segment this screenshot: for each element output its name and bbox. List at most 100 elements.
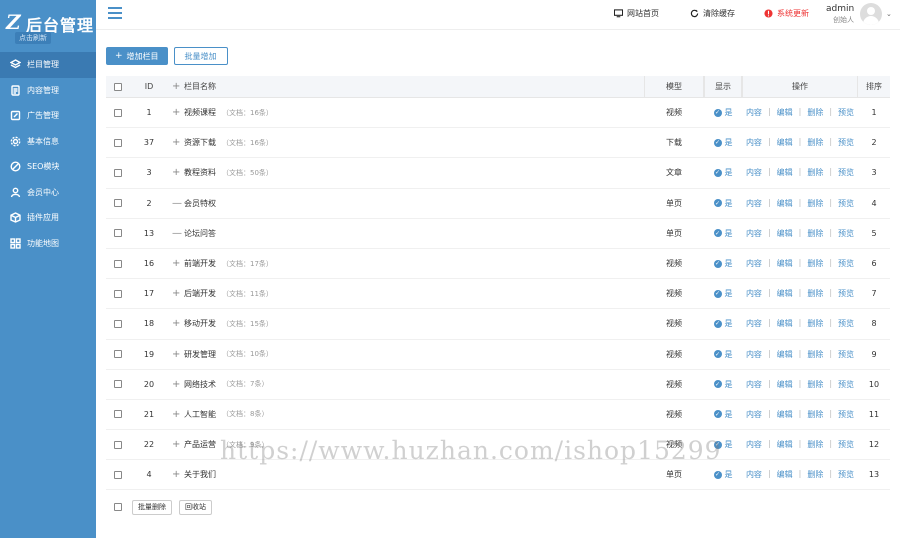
op-content-link[interactable]: 内容 [746, 379, 762, 390]
logo[interactable]: Z 后台管理 点击刷新 [0, 0, 96, 52]
logo-tag[interactable]: 点击刷新 [15, 32, 51, 44]
row-checkbox[interactable] [114, 470, 122, 479]
row-checkbox[interactable] [114, 380, 122, 389]
op-delete-link[interactable]: 删除 [807, 258, 823, 269]
row-show-toggle[interactable]: ✓ 是 [704, 288, 742, 299]
row-checkbox[interactable] [114, 259, 122, 268]
recycle-bin-button[interactable]: 回收站 [179, 499, 212, 515]
row-show-toggle[interactable]: ✓ 是 [704, 379, 742, 390]
batch-delete-button[interactable]: 批量删除 [132, 499, 172, 515]
sidebar-item-8[interactable]: 功能地图 [0, 231, 96, 257]
expand-icon[interactable]: + [172, 107, 180, 118]
expand-icon[interactable]: — [172, 198, 182, 209]
op-content-link[interactable]: 内容 [746, 288, 762, 299]
expand-icon[interactable]: + [172, 258, 180, 269]
row-checkbox-cell[interactable] [106, 168, 130, 177]
op-preview-link[interactable]: 预览 [838, 288, 854, 299]
expand-all-icon[interactable]: + [172, 81, 180, 92]
op-preview-link[interactable]: 预览 [838, 318, 854, 329]
select-all-checkbox[interactable] [114, 82, 122, 91]
expand-icon[interactable]: + [172, 167, 180, 178]
row-show-toggle[interactable]: ✓ 是 [704, 167, 742, 178]
sidebar-item-4[interactable]: 基本信息 [0, 129, 96, 155]
row-checkbox[interactable] [114, 138, 122, 147]
row-checkbox-cell[interactable] [106, 108, 130, 117]
expand-icon[interactable]: + [172, 409, 180, 420]
row-checkbox[interactable] [114, 289, 122, 298]
op-edit-link[interactable]: 编辑 [777, 409, 793, 420]
expand-icon[interactable]: + [172, 469, 180, 480]
row-checkbox-cell[interactable] [106, 229, 130, 238]
sidebar-item-2[interactable]: 内容管理 [0, 78, 96, 104]
row-checkbox-cell[interactable] [106, 350, 130, 359]
op-preview-link[interactable]: 预览 [838, 409, 854, 420]
expand-icon[interactable]: — [172, 228, 182, 239]
op-preview-link[interactable]: 预览 [838, 379, 854, 390]
op-delete-link[interactable]: 删除 [807, 409, 823, 420]
expand-icon[interactable]: + [172, 137, 180, 148]
row-checkbox[interactable] [114, 168, 122, 177]
op-edit-link[interactable]: 编辑 [777, 167, 793, 178]
op-content-link[interactable]: 内容 [746, 107, 762, 118]
op-content-link[interactable]: 内容 [746, 409, 762, 420]
sidebar-item-7[interactable]: 插件应用 [0, 205, 96, 231]
expand-icon[interactable]: + [172, 379, 180, 390]
op-preview-link[interactable]: 预览 [838, 167, 854, 178]
op-edit-link[interactable]: 编辑 [777, 439, 793, 450]
op-content-link[interactable]: 内容 [746, 349, 762, 360]
add-column-button[interactable]: + 增加栏目 [106, 47, 168, 65]
select-all-checkbox-cell[interactable] [106, 82, 130, 91]
op-preview-link[interactable]: 预览 [838, 228, 854, 239]
op-content-link[interactable]: 内容 [746, 439, 762, 450]
row-checkbox-cell[interactable] [106, 138, 130, 147]
op-preview-link[interactable]: 预览 [838, 349, 854, 360]
row-checkbox[interactable] [114, 350, 122, 359]
op-edit-link[interactable]: 编辑 [777, 318, 793, 329]
row-checkbox[interactable] [114, 229, 122, 238]
op-edit-link[interactable]: 编辑 [777, 198, 793, 209]
batch-add-button[interactable]: 批量增加 [173, 47, 228, 65]
row-show-toggle[interactable]: ✓ 是 [704, 439, 742, 450]
row-checkbox-cell[interactable] [106, 470, 130, 479]
op-delete-link[interactable]: 删除 [807, 379, 823, 390]
op-preview-link[interactable]: 预览 [838, 258, 854, 269]
row-checkbox[interactable] [114, 108, 122, 117]
row-show-toggle[interactable]: ✓ 是 [704, 258, 742, 269]
row-checkbox-cell[interactable] [106, 199, 130, 208]
row-show-toggle[interactable]: ✓ 是 [704, 469, 742, 480]
expand-icon[interactable]: + [172, 318, 180, 329]
op-content-link[interactable]: 内容 [746, 137, 762, 148]
sidebar-item-5[interactable]: SEO模块 [0, 154, 96, 180]
avatar[interactable] [860, 3, 882, 25]
op-content-link[interactable]: 内容 [746, 198, 762, 209]
op-delete-link[interactable]: 删除 [807, 349, 823, 360]
row-checkbox[interactable] [114, 410, 122, 419]
op-edit-link[interactable]: 编辑 [777, 349, 793, 360]
header-link-system-update[interactable]: 系统更新 [764, 8, 809, 19]
op-delete-link[interactable]: 删除 [807, 107, 823, 118]
footer-select-checkbox[interactable] [114, 503, 122, 511]
row-checkbox-cell[interactable] [106, 380, 130, 389]
row-checkbox-cell[interactable] [106, 259, 130, 268]
row-show-toggle[interactable]: ✓ 是 [704, 198, 742, 209]
op-delete-link[interactable]: 删除 [807, 288, 823, 299]
op-edit-link[interactable]: 编辑 [777, 258, 793, 269]
row-checkbox-cell[interactable] [106, 289, 130, 298]
header-link-clear-cache[interactable]: 清除缓存 [690, 8, 735, 19]
op-edit-link[interactable]: 编辑 [777, 228, 793, 239]
row-checkbox-cell[interactable] [106, 319, 130, 328]
menu-toggle-icon[interactable] [108, 7, 122, 19]
footer-checkbox-cell[interactable] [111, 503, 125, 511]
row-checkbox[interactable] [114, 440, 122, 449]
row-show-toggle[interactable]: ✓ 是 [704, 107, 742, 118]
op-preview-link[interactable]: 预览 [838, 137, 854, 148]
sidebar-item-3[interactable]: 广告管理 [0, 103, 96, 129]
sidebar-item-1[interactable]: 栏目管理 [0, 52, 96, 78]
op-delete-link[interactable]: 删除 [807, 469, 823, 480]
op-edit-link[interactable]: 编辑 [777, 107, 793, 118]
op-preview-link[interactable]: 预览 [838, 198, 854, 209]
row-checkbox[interactable] [114, 319, 122, 328]
op-content-link[interactable]: 内容 [746, 167, 762, 178]
sidebar-item-6[interactable]: 会员中心 [0, 180, 96, 206]
op-preview-link[interactable]: 预览 [838, 469, 854, 480]
